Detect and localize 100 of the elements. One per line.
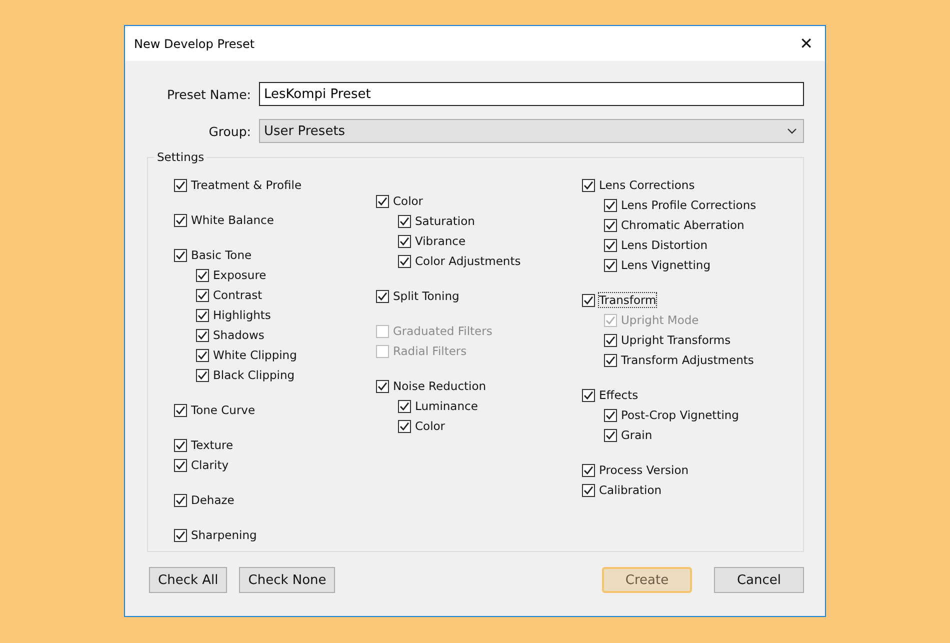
- field-label: Group:: [208, 124, 251, 138]
- checkbox[interactable]: [174, 404, 187, 416]
- checkmark-icon: [175, 214, 186, 226]
- checkbox[interactable]: [604, 408, 617, 422]
- checkbox[interactable]: [398, 254, 411, 268]
- checkbox[interactable]: [398, 420, 411, 432]
- checkbox[interactable]: [376, 290, 389, 302]
- checkbox-label[interactable]: Chromatic Aberration: [621, 218, 744, 232]
- checkbox-label[interactable]: Contrast: [213, 288, 262, 302]
- checkmark-icon: [175, 494, 186, 506]
- checkmark-icon: [605, 260, 616, 270]
- checkmark-icon: [399, 400, 410, 412]
- checkmark-icon: [605, 314, 616, 326]
- checkmark-icon: [175, 404, 186, 416]
- checkbox[interactable]: [604, 238, 617, 252]
- checkbox-label[interactable]: Lens Corrections: [599, 178, 695, 192]
- checkmark-icon: [197, 330, 208, 340]
- checkbox-label[interactable]: Effects: [599, 388, 638, 402]
- dialog-button[interactable]: Cancel: [714, 567, 804, 593]
- checkbox[interactable]: [398, 234, 411, 248]
- checkbox[interactable]: [376, 380, 389, 392]
- checkbox-label[interactable]: White Balance: [191, 213, 274, 227]
- checkbox[interactable]: [174, 248, 187, 262]
- checkbox-label[interactable]: Grain: [621, 428, 652, 442]
- checkbox-label[interactable]: Sharpening: [191, 528, 257, 542]
- checkmark-icon: [399, 256, 410, 266]
- checkbox-label[interactable]: Split Toning: [393, 289, 460, 303]
- preset-name-field[interactable]: LesKompi Preset: [259, 82, 804, 106]
- checkbox[interactable]: [174, 438, 187, 452]
- checkbox-label[interactable]: White Clipping: [213, 348, 297, 362]
- checkmark-icon: [377, 380, 388, 392]
- checkbox[interactable]: [196, 308, 209, 322]
- checkbox[interactable]: [196, 348, 209, 362]
- checkbox-label[interactable]: Tone Curve: [191, 403, 256, 417]
- checkmark-icon: [175, 250, 186, 260]
- checkmark-icon: [605, 334, 616, 346]
- checkbox-label[interactable]: Calibration: [599, 483, 662, 497]
- close-button[interactable]: ✕: [796, 34, 817, 53]
- checkbox[interactable]: [604, 218, 617, 232]
- checkmark-icon: [175, 460, 186, 470]
- checkbox-label[interactable]: Noise Reduction: [393, 379, 486, 393]
- checkbox-label[interactable]: Basic Tone: [191, 248, 252, 262]
- checkbox-label[interactable]: Clarity: [191, 458, 229, 472]
- group-dropdown[interactable]: User Presets: [259, 119, 804, 143]
- checkbox[interactable]: [174, 458, 187, 472]
- checkbox-label[interactable]: Luminance: [415, 399, 478, 413]
- checkbox[interactable]: [196, 368, 209, 382]
- dialog-button[interactable]: Create: [602, 567, 692, 593]
- checkbox[interactable]: [174, 494, 187, 506]
- checkmark-icon: [175, 440, 186, 450]
- checkbox[interactable]: [582, 178, 595, 192]
- checkmark-icon: [605, 220, 616, 230]
- checkbox-label[interactable]: Highlights: [213, 308, 271, 322]
- checkbox[interactable]: [196, 328, 209, 342]
- checkbox-label[interactable]: Color Adjustments: [415, 254, 521, 268]
- checkbox-label[interactable]: Post-Crop Vignetting: [621, 408, 739, 422]
- checkbox-label[interactable]: Lens Profile Corrections: [621, 198, 756, 212]
- checkbox-label[interactable]: Black Clipping: [213, 368, 295, 382]
- checkbox-label[interactable]: Lens Vignetting: [621, 258, 710, 272]
- checkbox-label[interactable]: Color: [393, 194, 424, 208]
- dialog-button[interactable]: Check All: [149, 567, 228, 593]
- checkbox[interactable]: [582, 484, 595, 496]
- checkbox[interactable]: [582, 388, 595, 402]
- checkbox[interactable]: [174, 528, 187, 542]
- checkbox[interactable]: [398, 400, 411, 412]
- checkbox-label[interactable]: Dehaze: [191, 493, 234, 507]
- checkbox[interactable]: [196, 288, 209, 302]
- checkbox[interactable]: [604, 258, 617, 272]
- checkbox-label[interactable]: Texture: [191, 438, 234, 452]
- checkmark-icon: [605, 200, 616, 210]
- checkbox[interactable]: [398, 214, 411, 228]
- checkbox[interactable]: [174, 214, 187, 226]
- checkmark-icon: [399, 420, 410, 432]
- field-label: Preset Name:: [166, 86, 251, 102]
- checkbox[interactable]: [376, 194, 389, 208]
- checkbox[interactable]: [604, 428, 617, 442]
- checkbox-label[interactable]: Transform Adjustments: [621, 353, 754, 367]
- checkmark-icon: [605, 240, 616, 250]
- checkbox-label[interactable]: Saturation: [415, 214, 475, 228]
- checkmark-icon: [175, 530, 186, 540]
- checkbox-label[interactable]: Process Version: [599, 463, 689, 477]
- checkbox-label[interactable]: Upright Transforms: [621, 333, 731, 347]
- checkbox[interactable]: [582, 464, 595, 476]
- checkbox[interactable]: [196, 268, 209, 282]
- checkbox-label[interactable]: Treatment & Profile: [191, 178, 302, 192]
- checkbox[interactable]: [604, 334, 617, 346]
- checkbox-label[interactable]: Transform: [599, 293, 656, 307]
- checkmark-icon: [197, 350, 208, 360]
- checkbox-label[interactable]: Color: [415, 419, 446, 433]
- checkmark-icon: [583, 390, 594, 400]
- dialog-button[interactable]: Check None: [239, 567, 336, 593]
- checkbox-label[interactable]: Vibrance: [415, 234, 466, 248]
- checkbox-label[interactable]: Lens Distortion: [621, 238, 708, 252]
- checkbox-label[interactable]: Shadows: [213, 328, 264, 342]
- checkmark-icon: [583, 294, 594, 306]
- checkbox[interactable]: [582, 294, 595, 306]
- checkbox-label[interactable]: Exposure: [213, 268, 266, 282]
- checkbox[interactable]: [604, 198, 617, 212]
- checkbox[interactable]: [174, 178, 187, 192]
- checkbox[interactable]: [604, 354, 617, 366]
